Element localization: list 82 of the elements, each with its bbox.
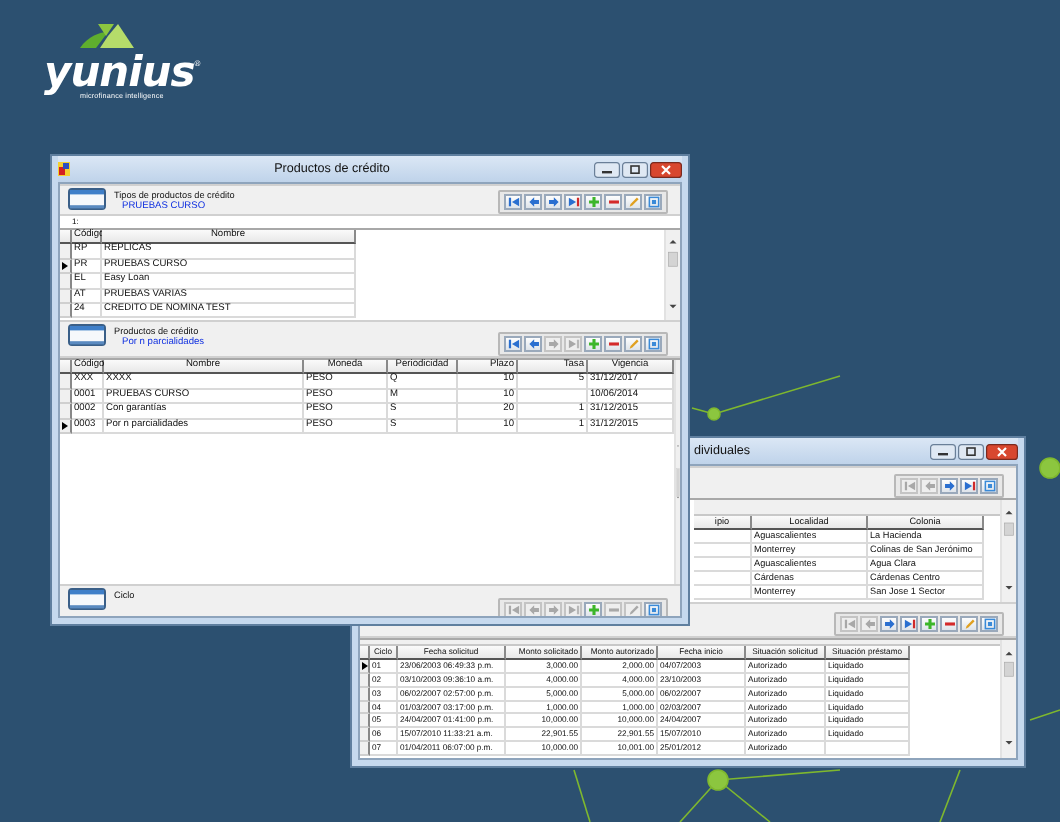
next-button[interactable] <box>940 478 958 494</box>
logo-icon <box>80 24 136 50</box>
arrow-left-icon <box>863 618 875 630</box>
arrow-right-icon <box>547 196 559 208</box>
edit-button[interactable] <box>960 616 978 632</box>
add-button[interactable] <box>584 194 602 210</box>
minus-icon <box>607 338 619 350</box>
arrow-right-bar-icon <box>567 338 579 350</box>
empty-cell <box>518 389 588 405</box>
square-icon <box>983 480 995 492</box>
scrollbar[interactable] <box>664 230 680 320</box>
plus-icon <box>923 618 935 630</box>
square-icon <box>647 604 659 616</box>
arrow-left-bar-icon <box>507 338 519 350</box>
last-record-button[interactable] <box>960 478 978 494</box>
refresh-button[interactable] <box>644 602 662 616</box>
grid-corner <box>60 360 72 375</box>
arrow-left-bar-icon <box>507 196 519 208</box>
square-icon <box>647 196 659 208</box>
refresh-button[interactable] <box>644 336 662 352</box>
plus-icon <box>587 196 599 208</box>
scrollbar[interactable] <box>1000 640 1016 758</box>
delete-button[interactable] <box>940 616 958 632</box>
arrow-right-icon <box>943 480 955 492</box>
minus-icon <box>943 618 955 630</box>
network-line <box>939 769 961 822</box>
next-button[interactable] <box>544 194 562 210</box>
maximize-button[interactable] <box>622 161 648 177</box>
arrow-left-bar-icon <box>507 604 519 616</box>
arrow-left-bar-icon <box>843 618 855 630</box>
pencil-icon <box>963 618 975 630</box>
minimize-button[interactable] <box>930 443 956 459</box>
close-button[interactable] <box>986 443 1018 459</box>
arrow-left-icon <box>527 338 539 350</box>
plus-icon <box>587 338 599 350</box>
grid-corner <box>60 230 72 245</box>
arrow-right-icon <box>883 618 895 630</box>
edit-button[interactable] <box>624 194 642 210</box>
plus-icon <box>587 604 599 616</box>
refresh-button[interactable] <box>980 478 998 494</box>
close-button[interactable] <box>650 161 682 177</box>
first-record-button[interactable] <box>504 194 522 210</box>
empty-cell <box>826 742 910 757</box>
minimize-button[interactable] <box>594 161 620 177</box>
arrow-right-bar-icon <box>903 618 915 630</box>
add-button[interactable] <box>584 336 602 352</box>
last-record-button[interactable] <box>564 194 582 210</box>
logo-wordmark: yunius <box>44 52 195 92</box>
first-record-button[interactable] <box>504 336 522 352</box>
arrow-right-icon <box>547 604 559 616</box>
last-record-button[interactable] <box>900 616 918 632</box>
app-icon <box>58 162 70 176</box>
network-line <box>1029 709 1060 721</box>
grid-corner <box>360 646 370 660</box>
edit-button[interactable] <box>624 336 642 352</box>
refresh-button[interactable] <box>980 616 998 632</box>
pencil-icon <box>627 196 639 208</box>
add-button[interactable] <box>584 602 602 616</box>
network-node <box>1039 457 1060 479</box>
minus-icon <box>607 196 619 208</box>
arrow-right-icon <box>547 338 559 350</box>
delete-button[interactable] <box>604 336 622 352</box>
network-line <box>573 769 591 822</box>
arrow-left-icon <box>527 604 539 616</box>
arrow-left-icon <box>527 196 539 208</box>
next-button[interactable] <box>880 616 898 632</box>
square-icon <box>983 618 995 630</box>
square-icon <box>647 338 659 350</box>
pencil-icon <box>627 338 639 350</box>
maximize-button[interactable] <box>958 443 984 459</box>
refresh-button[interactable] <box>644 194 662 210</box>
arrow-right-bar-icon <box>567 196 579 208</box>
scrollbar[interactable] <box>674 360 680 584</box>
row-selector[interactable] <box>360 659 370 674</box>
arrow-left-bar-icon <box>903 480 915 492</box>
scrollbar[interactable] <box>1000 500 1016 602</box>
delete-button[interactable] <box>604 194 622 210</box>
previous-button[interactable] <box>524 194 542 210</box>
arrow-left-icon <box>923 480 935 492</box>
arrow-right-bar-icon <box>963 480 975 492</box>
add-button[interactable] <box>920 616 938 632</box>
previous-button[interactable] <box>524 336 542 352</box>
